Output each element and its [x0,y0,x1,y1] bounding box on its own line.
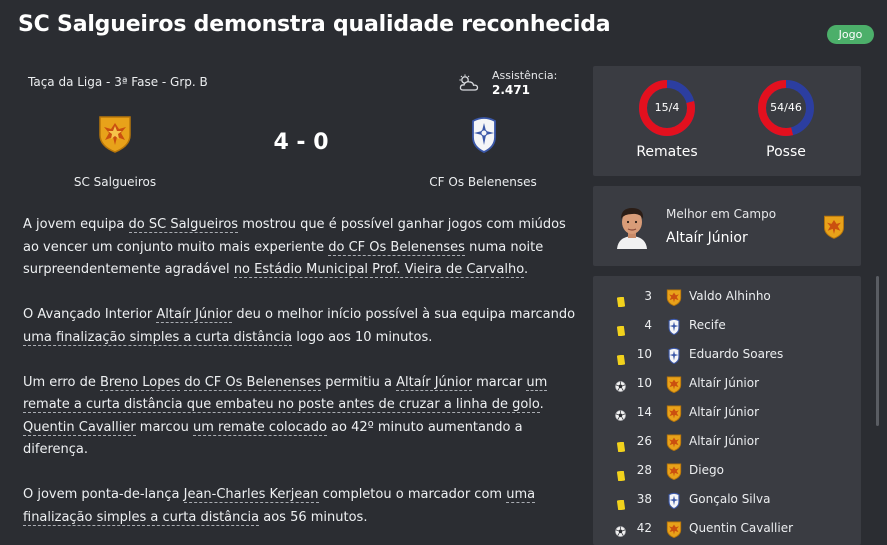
home-crest-icon [666,521,682,542]
event-minute: 14 [636,405,652,419]
stat-value: 54/46 [770,101,802,114]
away-crest-icon [667,318,681,339]
article-text: completou o marcador com [318,487,507,502]
article-link[interactable]: Quentin Cavallier [23,419,136,436]
event-row[interactable]: 10 Altaír Júnior [593,369,861,398]
match-type-badge[interactable]: Jogo [827,25,874,44]
home-crest-icon [666,376,682,397]
events-scrollbar[interactable] [876,276,879,426]
home-crest-icon [666,289,682,310]
home-crest-icon [824,215,844,239]
article-text: A jovem equipa [23,217,129,232]
article-text: . [523,262,529,277]
article-paragraph: O Avançado Interior Altaír Júnior deu o … [23,304,578,349]
article-paragraph: O jovem ponta-de-lança Jean-Charles Kerj… [23,484,578,529]
event-row[interactable]: 26 Altaír Júnior [593,427,861,456]
article-link[interactable]: Altaír Júnior [156,307,233,323]
event-player-name[interactable]: Altaír Júnior [689,405,759,419]
article-text: marcar [471,374,527,390]
article-link[interactable]: do CF Os Belenenses [328,239,465,256]
article-link[interactable]: do SC Salgueiros [128,217,239,233]
article-link[interactable]: do CF Os Belenenses [184,374,322,391]
article-text: Um erro de [23,374,100,390]
event-row[interactable]: 4 Recife [593,311,861,340]
event-player-name[interactable]: Altaír Júnior [689,434,759,448]
event-minute: 3 [644,289,652,303]
yellow-card-icon [616,350,626,369]
man-of-the-match-panel[interactable]: Melhor em Campo Altaír Júnior [593,186,861,266]
article-text: deu o melhor início possível à sua equip… [232,307,576,322]
event-row[interactable]: 28 Diego [593,456,861,485]
match-score: 4 - 0 [273,130,329,155]
event-minute: 4 [644,318,652,332]
away-team-name[interactable]: CF Os Belenenses [388,175,578,189]
attendance-value: 2.471 [492,83,530,97]
article-link[interactable]: Breno Lopes [99,374,181,391]
event-row[interactable]: 3 Valdo Alhinho [593,282,861,311]
event-player-name[interactable]: Recife [689,318,726,332]
article-text: aos 56 minutos. [259,509,368,525]
event-player-name[interactable]: Quentin Cavallier [689,521,793,535]
ball-icon [615,522,626,541]
event-minute: 26 [636,434,652,448]
event-player-name[interactable]: Diego [689,463,724,477]
article-text: O Avançado Interior [23,307,157,322]
article-link[interactable]: Altaír Júnior [396,374,472,391]
match-report-article: A jovem equipa do SC Salgueiros mostrou … [23,214,578,545]
home-team-name[interactable]: SC Salgueiros [20,175,210,189]
player-avatar [613,203,651,249]
event-player-name[interactable]: Valdo Alhinho [689,289,771,303]
page-title: SC Salgueiros demonstra qualidade reconh… [18,12,611,37]
article-text: marcou [135,419,193,435]
article-text: permitiu a [321,374,397,390]
event-minute: 28 [636,463,652,477]
event-minute: 10 [636,347,652,361]
article-link[interactable]: Jean-Charles Kerjean [183,487,319,503]
away-crest-icon [667,492,681,513]
article-paragraph: Um erro de Breno Lopes do CF Os Belenens… [23,372,578,462]
away-crest-icon [667,347,681,368]
event-player-name[interactable]: Altaír Júnior [689,376,759,390]
ball-icon [615,406,626,425]
article-text: . [539,397,544,412]
event-minute: 10 [636,376,652,390]
home-crest-icon[interactable] [98,115,132,153]
yellow-card-icon [616,466,626,485]
stat-caption: Remates [636,144,698,160]
event-minute: 42 [636,521,652,535]
event-player-name[interactable]: Gonçalo Silva [689,492,770,506]
event-row[interactable]: 38 Gonçalo Silva [593,485,861,514]
event-row[interactable]: 42 Quentin Cavallier [593,514,861,543]
stat-caption: Posse [766,144,806,160]
home-crest-icon [666,463,682,484]
article-link[interactable]: no Estádio Municipal Prof. Vieira de Car… [233,262,524,278]
away-crest-icon[interactable] [470,115,498,153]
home-crest-icon [666,434,682,455]
event-row[interactable]: 10 Eduardo Soares [593,340,861,369]
yellow-card-icon [616,321,626,340]
article-text: logo aos 10 minutos. [292,329,433,345]
stat-value: 15/4 [654,101,680,114]
event-player-name[interactable]: Eduardo Soares [689,347,783,361]
article-paragraph: A jovem equipa do SC Salgueiros mostrou … [23,214,578,282]
attendance-label: Assistência: [492,69,558,82]
yellow-card-icon [616,437,626,456]
event-row[interactable]: 14 Altaír Júnior [593,398,861,427]
event-minute: 38 [636,492,652,506]
yellow-card-icon [616,495,626,514]
motm-label: Melhor em Campo [666,207,777,221]
home-crest-icon [666,405,682,426]
ball-icon [615,377,626,396]
article-link[interactable]: uma finalização simples a curta distânci… [23,329,293,346]
competition-label[interactable]: Taça da Liga - 3ª Fase - Grp. B [28,75,208,89]
motm-player-name[interactable]: Altaír Júnior [666,230,748,246]
article-text: O jovem ponta-de-lança [23,487,184,502]
cloudy-sun-icon [459,74,479,91]
match-stats-panel: 15/4 Remates 54/46 Posse [593,66,861,176]
match-events-list[interactable]: 3 Valdo Alhinho 4 Recife 10 Eduardo Soares 10 A… [593,276,861,545]
article-link[interactable]: um remate colocado [192,419,327,436]
yellow-card-icon [616,292,626,311]
